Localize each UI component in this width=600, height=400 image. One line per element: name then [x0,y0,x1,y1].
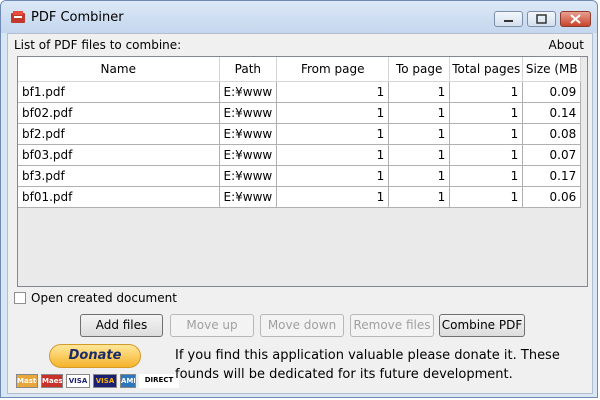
file-name-cell[interactable]: bf03.pdf [18,144,220,166]
file-list-label: List of PDF files to combine: [14,38,182,52]
table-row[interactable]: bf3.pdf E:¥www 1 1 1 0.17 [18,165,582,187]
from-page-cell[interactable]: 1 [276,144,390,166]
open-created-option[interactable]: Open created document [14,291,177,305]
maximize-icon [536,14,547,24]
about-link[interactable]: About [549,38,584,52]
total-pages-cell: 1 [449,144,524,166]
file-name-cell[interactable]: bf01.pdf [18,186,220,208]
remove-files-button[interactable]: Remove files [350,314,434,337]
move-down-button[interactable]: Move down [260,314,344,337]
file-name-cell[interactable]: bf02.pdf [18,102,220,124]
total-pages-cell: 1 [449,123,524,145]
total-pages-cell: 1 [449,102,524,124]
to-page-cell[interactable]: 1 [388,81,451,103]
close-button[interactable] [560,11,591,27]
column-header-total-pages[interactable]: Total pages [449,57,524,82]
total-pages-cell: 1 [449,165,524,187]
to-page-cell[interactable]: 1 [388,102,451,124]
column-header-path[interactable]: Path [219,57,278,82]
minimize-button[interactable] [494,11,523,27]
file-path-cell[interactable]: E:¥www [219,102,278,124]
file-path-cell[interactable]: E:¥www [219,81,278,103]
amex-logo: AMEX [120,374,136,388]
from-page-cell[interactable]: 1 [276,165,390,187]
file-table[interactable]: Name Path From page To page Total pages … [17,56,588,287]
from-page-cell[interactable]: 1 [276,102,390,124]
table-row[interactable]: bf1.pdf E:¥www 1 1 1 0.09 [18,81,582,103]
from-page-cell[interactable]: 1 [276,81,390,103]
maximize-button[interactable] [527,11,556,27]
file-path-cell[interactable]: E:¥www [219,123,278,145]
add-files-button[interactable]: Add files [80,314,163,337]
from-page-cell[interactable]: 1 [276,123,390,145]
table-row[interactable]: bf02.pdf E:¥www 1 1 1 0.14 [18,102,582,124]
to-page-cell[interactable]: 1 [388,123,451,145]
size-cell: 0.07 [522,144,582,166]
pdf-app-icon [11,11,25,23]
total-pages-cell: 1 [449,186,524,208]
combine-pdf-button[interactable]: Combine PDF [439,314,525,337]
to-page-cell[interactable]: 1 [388,186,451,208]
size-cell: 0.17 [522,165,582,187]
column-header-from-page[interactable]: From page [276,57,390,82]
file-name-cell[interactable]: bf1.pdf [18,81,220,103]
open-created-label: Open created document [31,291,177,305]
column-header-size[interactable]: Size (MB [522,57,582,82]
total-pages-cell: 1 [449,81,524,103]
open-created-checkbox[interactable] [14,292,26,304]
main-panel: List of PDF files to combine: About Name… [7,33,593,394]
table-header: Name Path From page To page Total pages … [18,57,582,82]
table-row[interactable]: bf03.pdf E:¥www 1 1 1 0.07 [18,144,582,166]
column-header-name[interactable]: Name [18,57,220,82]
from-page-cell[interactable]: 1 [276,186,390,208]
column-header-to-page[interactable]: To page [388,57,451,82]
size-cell: 0.09 [522,81,582,103]
size-cell: 0.14 [522,102,582,124]
file-path-cell[interactable]: E:¥www [219,144,278,166]
file-name-cell[interactable]: bf2.pdf [18,123,220,145]
file-path-cell[interactable]: E:¥www [219,165,278,187]
size-cell: 0.06 [522,186,582,208]
title-bar[interactable]: PDF Combiner [1,1,597,33]
app-window: PDF Combiner List of PDF files to combin… [0,0,598,398]
file-name-cell[interactable]: bf3.pdf [18,165,220,187]
to-page-cell[interactable]: 1 [388,165,451,187]
size-cell: 0.08 [522,123,582,145]
to-page-cell[interactable]: 1 [388,144,451,166]
donate-message: If you find this application valuable pl… [175,348,560,382]
visa-electron-logo: VISA [93,374,117,388]
minimize-icon [504,20,513,22]
table-row[interactable]: bf01.pdf E:¥www 1 1 1 0.06 [18,186,582,208]
visa-logo: VISA [66,374,90,388]
direct-debit-logo: DIRECT Debit [139,374,179,388]
donate-button[interactable]: Donate [49,344,141,368]
table-row[interactable]: bf2.pdf E:¥www 1 1 1 0.08 [18,123,582,145]
move-up-button[interactable]: Move up [170,314,254,337]
close-icon [570,14,581,24]
window-title: PDF Combiner [31,10,124,25]
file-path-cell[interactable]: E:¥www [219,186,278,208]
mastercard-logo: MasterCard [16,374,38,388]
maestro-logo: Maestro [41,374,63,388]
